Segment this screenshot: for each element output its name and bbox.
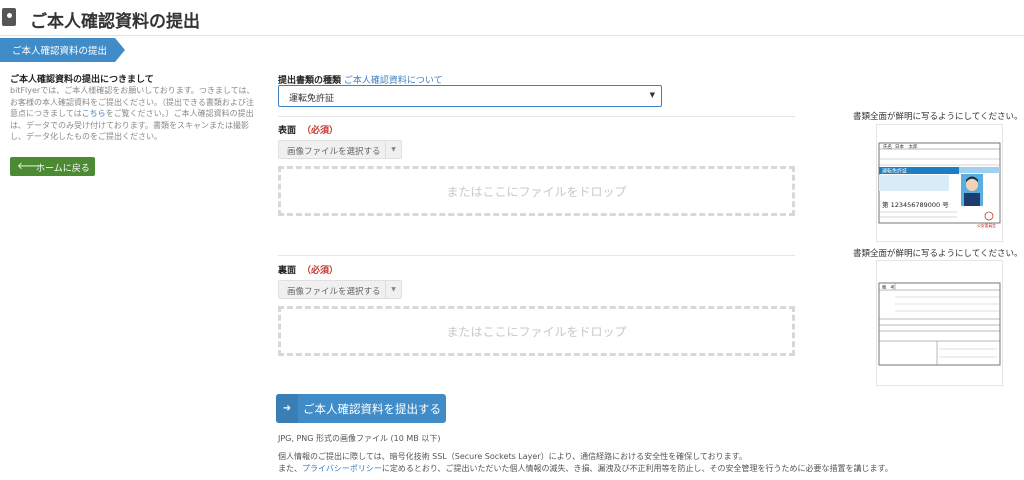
license-back-sample: 備 考 [876, 260, 1003, 386]
license-number: 第 123456789000 号 [882, 200, 949, 209]
id-book-icon [2, 8, 16, 26]
license-back-label: 備 考 [882, 284, 895, 291]
privacy-note-2: また、プライバシーポリシーに定めるとおり、ご提出いただいた個人情報の滅失、き損、… [278, 463, 893, 474]
back-sample-hint: 書類全面が鮮明に写るようにしてください。 [853, 249, 1023, 259]
info-link[interactable]: こちら [82, 109, 106, 118]
license-title: 運転免許証 [882, 168, 907, 175]
page-title: ご本人確認資料の提出 [30, 12, 200, 32]
back-label: 裏面 （必須） [278, 263, 338, 276]
doc-type-value: 運転免許証 [289, 94, 335, 104]
home-button-label: ホームに戻る [36, 164, 90, 174]
breadcrumb-label: ご本人確認資料の提出 [12, 46, 108, 57]
breadcrumb[interactable]: ご本人確認資料の提出 [0, 38, 125, 62]
privacy-note-1: 個人情報のご提出に際しては、暗号化技術 SSL（Secure Sockets L… [278, 452, 747, 461]
submit-button-label: ご本人確認資料を提出する [303, 402, 441, 416]
front-required: （必須） [302, 126, 339, 136]
caret-down-icon: ▼ [385, 141, 401, 158]
info-heading: ご本人確認資料の提出につきまして [10, 75, 154, 85]
privacy-note-2a: また、 [278, 464, 302, 473]
caret-down-icon: ▼ [385, 281, 401, 298]
back-file-button[interactable]: 画像ファイルを選択する ▼ [278, 280, 402, 299]
front-file-button-label: 画像ファイルを選択する [287, 147, 381, 157]
front-drop-text: またはここにファイルをドロップ [446, 185, 627, 199]
home-button[interactable]: 🡐 ホームに戻る [10, 157, 95, 176]
privacy-policy-link[interactable]: プライバシーポリシー [302, 464, 382, 473]
format-note: JPG, PNG 形式の画像ファイル (10 MB 以下) [278, 434, 441, 443]
front-sample-hint: 書類全面が鮮明に写るようにしてください。 [853, 112, 1023, 122]
front-label-text: 表面 [278, 126, 297, 136]
info-text: bitFlyerでは、ご本人様確認をお願いしております。つきましては、お客様の本… [10, 85, 260, 143]
back-file-button-label: 画像ファイルを選択する [287, 287, 381, 297]
front-drop-zone[interactable]: またはここにファイルをドロップ [278, 166, 795, 216]
doc-type-select[interactable]: 運転免許証 ▼ [278, 85, 662, 107]
divider [278, 116, 795, 117]
submit-button[interactable]: ➜ ご本人確認資料を提出する [276, 394, 446, 423]
license-authority: 公安委員会 [977, 223, 996, 228]
front-label: 表面 （必須） [278, 123, 338, 136]
caret-down-icon: ▼ [649, 91, 655, 99]
back-label-text: 裏面 [278, 266, 297, 276]
license-back-image: 備 考 [878, 282, 1001, 366]
privacy-note-2b: に定めるとおり、ご提出いただいた個人情報の滅失、き損、漏洩及び不正利用等を防止し… [381, 464, 893, 473]
arrow-right-icon: ➜ [276, 394, 298, 423]
license-name-value: 日本 太郎 [895, 143, 918, 150]
back-required: （必須） [302, 266, 339, 276]
license-front-sample: 氏名 日本 太郎 運転免許証 第 123456789000 号 公安委員会 [876, 124, 1003, 242]
back-drop-text: またはここにファイルをドロップ [446, 325, 627, 339]
divider [278, 255, 795, 256]
license-name-label: 氏名 [883, 143, 892, 150]
back-drop-zone[interactable]: またはここにファイルをドロップ [278, 306, 795, 356]
page-header: ご本人確認資料の提出 [0, 0, 1024, 36]
front-file-button[interactable]: 画像ファイルを選択する ▼ [278, 140, 402, 159]
license-front-image: 氏名 日本 太郎 運転免許証 第 123456789000 号 公安委員会 [878, 142, 1001, 228]
